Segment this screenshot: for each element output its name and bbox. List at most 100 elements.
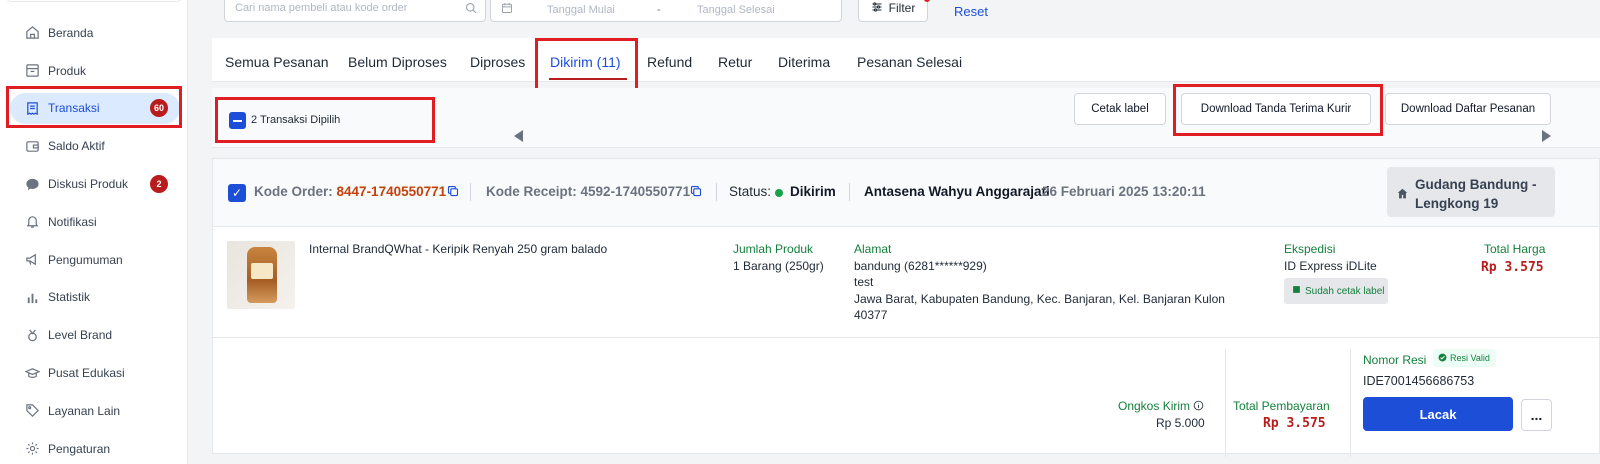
search-icon xyxy=(465,2,477,17)
notification-badge: 60 xyxy=(149,99,168,118)
kode-receipt-value: 4592-1740550771 xyxy=(580,184,691,199)
sidebar-item-label: Pusat Edukasi xyxy=(48,366,125,381)
sidebar-profile-card xyxy=(6,0,182,2)
select-all-checkbox[interactable] xyxy=(229,112,246,129)
search-input[interactable]: Cari nama pembeli atau kode order xyxy=(224,0,486,22)
megaphone-icon xyxy=(24,252,40,268)
home-icon xyxy=(24,25,40,41)
alamat-label: Alamat xyxy=(854,242,892,256)
sidebar-item-diskusi-produk[interactable]: Diskusi Produk 2 xyxy=(0,165,188,203)
info-icon[interactable] xyxy=(1193,399,1204,414)
tab-dikirim[interactable]: Dikirim (11) xyxy=(550,54,621,70)
sidebar-item-produk[interactable]: Produk xyxy=(0,52,188,90)
download-daftar-pesanan-button[interactable]: Download Daftar Pesanan xyxy=(1385,93,1551,125)
sidebar-item-label: Pengaturan xyxy=(48,441,111,456)
reset-link[interactable]: Reset xyxy=(954,4,988,19)
sidebar-item-level-brand[interactable]: Level Brand xyxy=(0,316,188,354)
sidebar-item-label: Statistik xyxy=(48,290,91,305)
date-separator: - xyxy=(657,4,661,16)
warehouse-name: Gudang Bandung - Lengkong 19 xyxy=(1415,177,1537,211)
check-circle-icon xyxy=(1438,353,1447,364)
sidebar-item-label: Transaksi xyxy=(48,101,100,116)
bar-chart-icon xyxy=(24,289,40,305)
ongkos-kirim-value: Rp 5.000 xyxy=(1156,416,1205,430)
sidebar-item-label: Notifikasi xyxy=(48,214,97,229)
sidebar-item-statistik[interactable]: Statistik xyxy=(0,279,188,317)
sidebar: Beranda Produk Transaksi 60 Saldo Aktif … xyxy=(0,0,188,464)
column-divider xyxy=(1350,349,1351,457)
sidebar-item-label: Beranda xyxy=(48,25,94,40)
cetak-label-button[interactable]: Cetak label xyxy=(1074,93,1166,125)
header-divider xyxy=(470,183,471,201)
alamat-name: bandung (6281******929) xyxy=(854,259,987,273)
kode-receipt-label: Kode Receipt: xyxy=(486,184,577,199)
buyer-name: Antasena Wahyu Anggarajati xyxy=(864,184,1050,199)
filter-indicator-dot xyxy=(924,0,930,2)
sidebar-item-transaksi[interactable]: Transaksi 60 xyxy=(0,90,188,128)
filter-bar: Cari nama pembeli atau kode order Tangga… xyxy=(212,0,1600,26)
product-name[interactable]: Internal BrandQWhat - Keripik Renyah 250… xyxy=(309,242,607,256)
box-icon xyxy=(24,63,40,79)
alamat-line-1: Jawa Barat, Kabupaten Bandung, Kec. Banj… xyxy=(854,292,1225,306)
sidebar-item-beranda[interactable]: Beranda xyxy=(0,14,188,52)
sidebar-item-pusat-edukasi[interactable]: Pusat Edukasi xyxy=(0,354,188,392)
scroll-right-arrow-icon[interactable] xyxy=(1542,130,1551,142)
lacak-button[interactable]: Lacak xyxy=(1363,397,1513,431)
jumlah-produk-label: Jumlah Produk xyxy=(733,242,814,256)
tab-pesanan-selesai[interactable]: Pesanan Selesai xyxy=(857,54,962,70)
total-pembayaran-value: Rp 3.575 xyxy=(1263,416,1326,431)
sidebar-item-label: Diskusi Produk xyxy=(48,177,129,192)
resi-valid-badge: Resi Valid xyxy=(1433,349,1496,367)
kode-receipt: Kode Receipt: 4592-1740550771 xyxy=(486,184,690,199)
ekspedisi-value: ID Express iDLite xyxy=(1284,259,1377,273)
tab-belum-diproses[interactable]: Belum Diproses xyxy=(348,54,447,70)
tab-retur[interactable]: Retur xyxy=(718,54,752,70)
header-divider xyxy=(716,183,717,201)
order-checkbox[interactable]: ✓ xyxy=(228,184,246,202)
copy-icon[interactable] xyxy=(690,185,702,200)
sidebar-nav: Beranda Produk Transaksi 60 Saldo Aktif … xyxy=(0,14,188,464)
sidebar-item-layanan-lain[interactable]: Layanan Lain xyxy=(0,392,188,430)
product-image xyxy=(227,241,295,309)
notification-badge: 2 xyxy=(150,175,168,194)
alamat-line-2: 40377 xyxy=(854,308,888,322)
tab-semua-pesanan[interactable]: Semua Pesanan xyxy=(225,54,329,70)
sidebar-item-pengaturan[interactable]: Pengaturan xyxy=(0,430,188,464)
chat-icon xyxy=(24,176,40,192)
status-label: Status: xyxy=(729,184,772,199)
sidebar-item-label: Saldo Aktif xyxy=(48,139,105,154)
column-divider xyxy=(1225,349,1226,457)
order-date: 26 Februari 2025 13:20:11 xyxy=(1042,184,1206,199)
filter-button-label: Filter xyxy=(888,1,916,15)
printer-icon xyxy=(1292,285,1301,297)
graduation-cap-icon xyxy=(24,365,40,381)
order-status-tabs: Semua Pesanan Belum Diproses Diproses Di… xyxy=(212,38,1600,82)
header-divider xyxy=(849,183,850,201)
receipt-icon xyxy=(24,100,40,116)
kode-order-value: 8447-1740550771 xyxy=(336,184,447,199)
scroll-left-arrow-icon[interactable] xyxy=(514,130,523,142)
cetak-status-badge: Sudah cetak label xyxy=(1284,278,1388,304)
total-harga-label: Total Harga xyxy=(1484,242,1546,256)
download-tanda-terima-kurir-button[interactable]: Download Tanda Terima Kurir xyxy=(1181,93,1371,125)
warehouse-icon xyxy=(1397,185,1408,204)
status-value: Dikirim xyxy=(790,184,836,199)
tab-diproses[interactable]: Diproses xyxy=(470,54,525,70)
tab-diterima[interactable]: Diterima xyxy=(778,54,830,70)
filter-button[interactable]: Filter xyxy=(858,0,928,22)
order-header: ✓ Kode Order: 8447-1740550771 Kode Recei… xyxy=(213,159,1599,227)
medal-icon xyxy=(24,327,40,343)
copy-icon[interactable] xyxy=(447,185,459,200)
cetak-status-text: Sudah cetak label xyxy=(1305,285,1385,297)
date-range-picker[interactable]: Tanggal Mulai - Tanggal Selesai xyxy=(490,0,842,22)
ongkos-kirim-label: Ongkos Kirim xyxy=(1118,399,1191,413)
order-card: ✓ Kode Order: 8447-1740550771 Kode Recei… xyxy=(212,158,1600,457)
date-start-field[interactable]: Tanggal Mulai xyxy=(547,4,615,16)
date-end-field[interactable]: Tanggal Selesai xyxy=(697,4,775,16)
ekspedisi-label: Ekspedisi xyxy=(1284,242,1336,256)
sidebar-item-notifikasi[interactable]: Notifikasi xyxy=(0,203,188,241)
sidebar-item-saldo-aktif[interactable]: Saldo Aktif xyxy=(0,127,188,165)
tab-refund[interactable]: Refund xyxy=(647,54,692,70)
sidebar-item-pengumuman[interactable]: Pengumuman xyxy=(0,241,188,279)
more-options-button[interactable]: ... xyxy=(1521,399,1552,431)
